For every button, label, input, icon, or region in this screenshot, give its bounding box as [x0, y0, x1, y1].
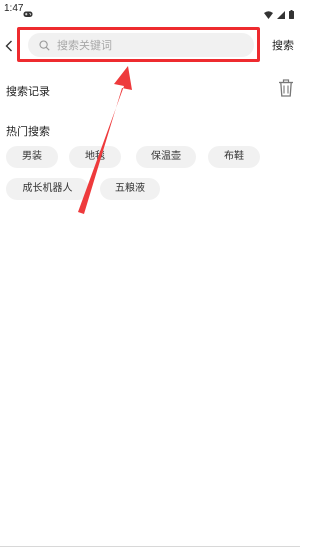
clear-history-button[interactable] [277, 79, 295, 101]
status-bar: 1:47 [0, 0, 300, 19]
annotation-highlight-box [17, 27, 260, 62]
hot-tag[interactable]: 五粮液 [100, 178, 160, 200]
status-time: 1:47 [4, 3, 24, 14]
hot-tag[interactable]: 布鞋 [208, 146, 260, 168]
chevron-left-icon [5, 37, 13, 56]
bottom-divider [0, 546, 300, 547]
hot-tag[interactable]: 保温壶 [136, 146, 196, 168]
trash-icon [278, 79, 294, 101]
wifi-icon [264, 4, 273, 23]
gamepad-icon [23, 4, 33, 17]
cell-signal-icon [277, 4, 285, 23]
hot-tag[interactable]: 男装 [6, 146, 58, 168]
hot-tag[interactable]: 地毯 [69, 146, 121, 168]
hot-search-title: 热门搜索 [6, 125, 50, 138]
search-submit-button[interactable]: 搜索 [272, 37, 294, 53]
hot-tag[interactable]: 成长机器人 [6, 178, 89, 200]
battery-icon [289, 4, 294, 23]
search-history-title: 搜索记录 [6, 85, 50, 98]
back-button[interactable] [2, 36, 16, 56]
